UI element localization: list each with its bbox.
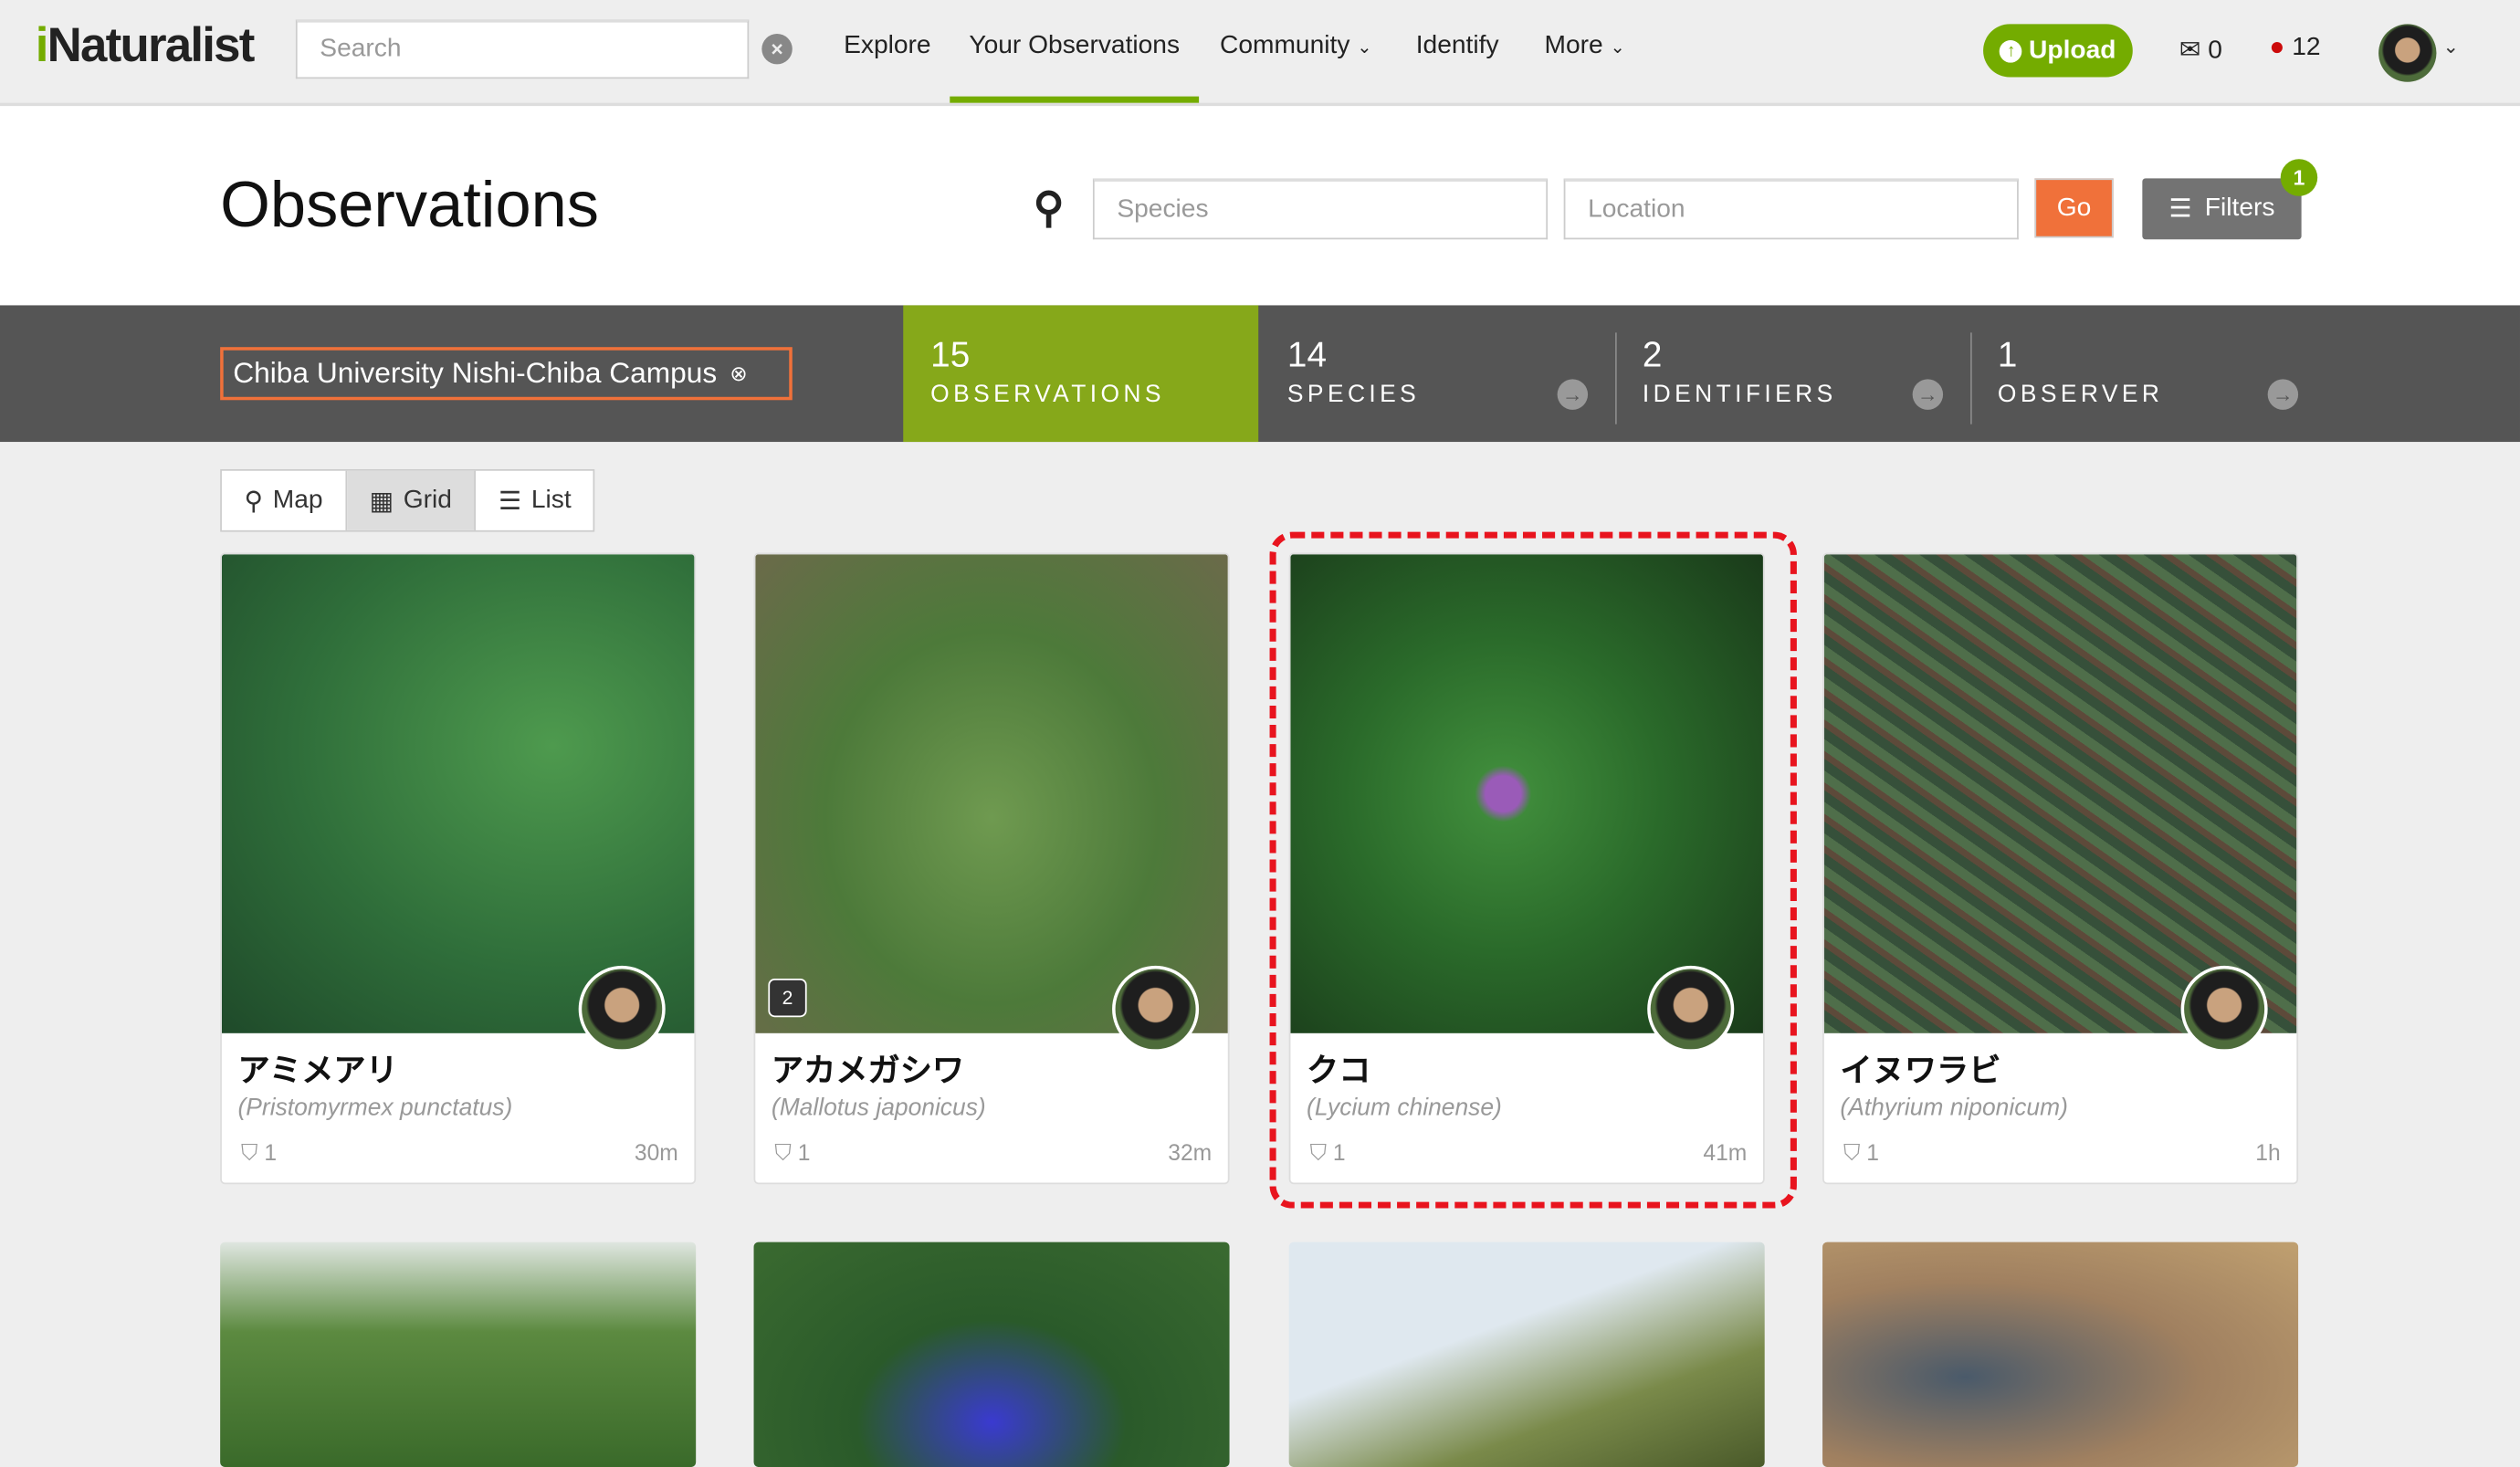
observation-photo[interactable] [1288, 1242, 1765, 1467]
stat-number: 15 [930, 334, 971, 375]
messages-button[interactable]: ✉ 0 [2179, 34, 2222, 66]
divider [1615, 332, 1617, 424]
logo-text: Naturalist [47, 19, 256, 73]
divider [1970, 332, 1972, 424]
upload-button[interactable]: ↑ Upload [1983, 24, 2133, 78]
identifications-count: ⛉ 1 [774, 1139, 810, 1167]
chevron-down-icon: ⌄ [1610, 38, 1625, 58]
nav-explore[interactable]: Explore [844, 32, 930, 61]
view-toggle: ⚲ Map ▦ Grid ☰ List [220, 468, 596, 532]
place-name: Chiba University Nishi-Chiba Campus [233, 356, 718, 389]
sliders-icon: ☰ [2168, 195, 2192, 224]
observed-time: 32m [1168, 1138, 1213, 1166]
nav-community-label: Community [1219, 32, 1350, 60]
filters-label: Filters [2204, 194, 2275, 222]
arrow-right-icon: → [1912, 379, 1944, 410]
id-count: 1 [797, 1138, 811, 1166]
map-pin-icon: ⚲ [244, 487, 264, 516]
nav-your-observations[interactable]: Your Observations [969, 32, 1180, 61]
observation-photo[interactable] [1823, 554, 2297, 1033]
upload-arrow-icon: ↑ [2000, 39, 2023, 62]
common-name[interactable]: アカメガシワ [772, 1044, 964, 1091]
user-avatar[interactable] [2378, 24, 2437, 82]
observed-time: 30m [634, 1138, 678, 1166]
observation-card[interactable]: イヌワラビ (Athyrium niponicum) ⛉ 1 1h [1822, 552, 2299, 1185]
observed-time: 1h [2255, 1138, 2281, 1166]
observer-avatar[interactable] [2180, 965, 2268, 1053]
observation-photo[interactable] [753, 1242, 1230, 1467]
chevron-down-icon[interactable]: ⌄ [2443, 36, 2460, 58]
view-label: Grid [403, 486, 452, 514]
stat-number: 14 [1286, 334, 1328, 375]
scientific-name: (Mallotus japonicus) [771, 1094, 986, 1122]
identifications-count: ⛉ 1 [241, 1139, 277, 1167]
stat-number: 2 [1642, 334, 1663, 375]
highlight-annotation [1269, 531, 1797, 1209]
observer-avatar[interactable] [1112, 965, 1200, 1053]
stat-label: IDENTIFIERS [1642, 381, 1837, 409]
list-icon: ☰ [499, 487, 522, 516]
stat-observer[interactable]: 1 OBSERVER → [1970, 305, 2326, 442]
filters-button[interactable]: ☰ Filters [2142, 178, 2302, 240]
inaturalist-logo[interactable]: iNaturalist [36, 19, 256, 74]
stat-species[interactable]: 14 SPECIES → [1260, 305, 1615, 442]
active-nav-underline [950, 96, 1200, 103]
grid-icon: ▦ [369, 487, 394, 516]
view-map-button[interactable]: ⚲ Map [222, 470, 347, 530]
notifications-button[interactable]: ● 12 [2269, 34, 2320, 63]
observation-photo[interactable] [755, 554, 1228, 1033]
observation-card[interactable]: 2 アカメガシワ (Mallotus japonicus) ⛉ 1 32m [753, 552, 1230, 1185]
envelope-icon: ✉ [2179, 37, 2201, 65]
observation-card[interactable]: アミメアリ (Pristomyrmex punctatus) ⛉ 1 30m [220, 552, 697, 1185]
arrow-right-icon: → [1557, 379, 1589, 410]
search-icon: ⚲ [1033, 183, 1065, 232]
site-search-input[interactable]: Search [295, 19, 750, 79]
observation-photo[interactable] [1822, 1242, 2299, 1467]
arrow-right-icon: → [2267, 379, 2299, 410]
location-input[interactable]: Location [1563, 178, 2019, 240]
view-label: Map [272, 486, 323, 514]
go-button[interactable]: Go [2034, 178, 2114, 238]
nav-community[interactable]: Community ⌄ [1220, 32, 1371, 61]
id-count: 1 [1866, 1138, 1880, 1166]
view-grid-button[interactable]: ▦ Grid [346, 470, 477, 530]
notifications-count: 12 [2292, 33, 2321, 61]
remove-place-icon[interactable]: ⊗ [730, 361, 747, 386]
chevron-down-icon: ⌄ [1357, 38, 1372, 58]
stat-number: 1 [1997, 334, 2018, 375]
stat-label: SPECIES [1286, 381, 1421, 409]
shield-icon: ⛉ [241, 1138, 258, 1166]
speech-bubble-icon: ● [2269, 33, 2285, 61]
place-filter-chip[interactable]: Chiba University Nishi-Chiba Campus ⊗ [220, 347, 793, 401]
scientific-name: (Athyrium niponicum) [1840, 1094, 2068, 1122]
stat-label: OBSERVER [1997, 381, 2164, 409]
upload-label: Upload [2029, 36, 2116, 64]
id-count: 1 [264, 1138, 278, 1166]
view-label: List [530, 486, 572, 514]
view-list-button[interactable]: ☰ List [476, 471, 593, 530]
observer-avatar[interactable] [578, 965, 666, 1053]
scientific-name: (Pristomyrmex punctatus) [237, 1094, 513, 1122]
stat-label: OBSERVATIONS [930, 381, 1165, 409]
nav-more-label: More [1544, 32, 1603, 60]
shield-icon: ⛉ [774, 1138, 792, 1166]
identifications-count: ⛉ 1 [1843, 1139, 1879, 1167]
stat-identifiers[interactable]: 2 IDENTIFIERS → [1615, 305, 1970, 442]
messages-count: 0 [2208, 37, 2222, 65]
clear-search-icon[interactable]: × [761, 33, 793, 65]
observation-photo[interactable] [221, 554, 695, 1033]
photo-count-badge: 2 [768, 978, 807, 1018]
stat-observations[interactable]: 15 OBSERVATIONS [903, 305, 1259, 443]
species-input[interactable]: Species [1092, 178, 1549, 240]
common-name[interactable]: アミメアリ [238, 1044, 398, 1091]
shield-icon: ⛉ [1843, 1138, 1861, 1166]
nav-identify[interactable]: Identify [1416, 32, 1499, 61]
nav-more[interactable]: More ⌄ [1545, 32, 1625, 61]
filters-count-badge: 1 [2280, 159, 2318, 196]
page-title: Observations [220, 170, 599, 242]
common-name[interactable]: イヌワラビ [1840, 1044, 2000, 1091]
observation-photo[interactable] [220, 1242, 697, 1467]
